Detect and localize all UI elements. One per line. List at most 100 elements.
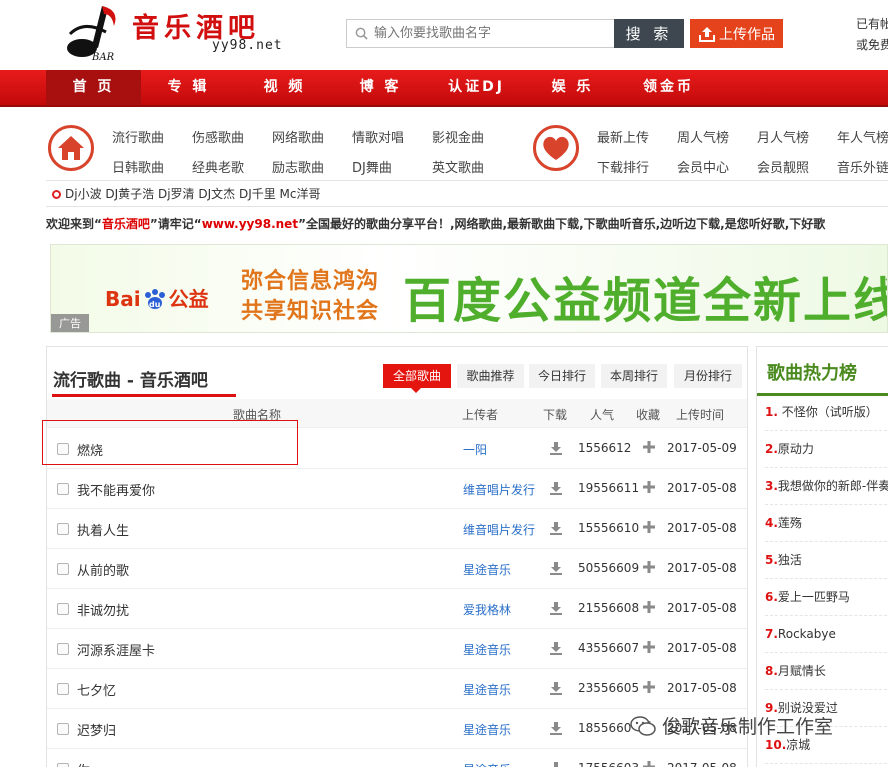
cat-film[interactable]: 影视金曲 <box>432 127 484 146</box>
search-button[interactable]: 搜 索 <box>614 19 684 48</box>
search-icon <box>355 27 368 40</box>
add-favorite-icon[interactable] <box>642 520 656 534</box>
uploader-link[interactable]: 维音唱片发行 <box>463 521 535 538</box>
nav-entertainment[interactable]: 娱 乐 <box>525 70 620 105</box>
uploader-link[interactable]: 星途音乐 <box>463 721 511 738</box>
tab-month-rank[interactable]: 月份排行 <box>674 364 742 388</box>
uploader-link[interactable]: 维音唱片发行 <box>463 481 535 498</box>
add-favorite-icon[interactable] <box>642 440 656 454</box>
member-photos[interactable]: 会员靓照 <box>757 157 809 176</box>
upload-date: 2017-05-08 <box>667 601 737 615</box>
nav-home[interactable]: 首 页 <box>46 70 141 105</box>
song-name-link[interactable]: 执着人生 <box>77 520 129 539</box>
song-name-link[interactable]: 七夕忆 <box>77 680 116 699</box>
rank-week[interactable]: 周人气榜 <box>677 127 729 146</box>
add-favorite-icon[interactable] <box>642 760 656 767</box>
music-external-link[interactable]: 音乐外链 <box>837 157 888 176</box>
search-input[interactable] <box>374 20 610 47</box>
tab-today-rank[interactable]: 今日排行 <box>529 364 595 388</box>
login-hint[interactable]: 已有帐 或免费 <box>856 14 888 56</box>
hot-chart-item[interactable]: 6.爱上一匹野马 <box>765 579 888 616</box>
song-name-link[interactable]: 迟梦归 <box>77 720 116 739</box>
upload-date: 2017-05-08 <box>667 761 737 767</box>
tab-week-rank[interactable]: 本周排行 <box>601 364 667 388</box>
row-checkbox[interactable] <box>57 683 69 695</box>
baidu-logo: Bai du 公益 <box>105 287 209 311</box>
wechat-icon <box>630 715 656 736</box>
nav-certified-dj[interactable]: 认证DJ <box>429 70 524 105</box>
nav-album[interactable]: 专 辑 <box>141 70 236 105</box>
download-icon[interactable] <box>549 761 563 767</box>
table-row: 非诚勿扰 爱我格林 21556608 2017-05-08 <box>47 589 747 629</box>
add-favorite-icon[interactable] <box>642 680 656 694</box>
cat-sad[interactable]: 伤感歌曲 <box>192 127 244 146</box>
rank-download[interactable]: 下载排行 <box>597 157 649 176</box>
song-name-link[interactable]: 我不能再爱你 <box>77 480 155 499</box>
nav-blog[interactable]: 博 客 <box>333 70 428 105</box>
cat-dj[interactable]: DJ舞曲 <box>352 157 392 176</box>
hot-chart-item[interactable]: 7.Rockabye <box>765 616 888 653</box>
uploader-link[interactable]: 星途音乐 <box>463 561 511 578</box>
nav-earn-coins[interactable]: 领金币 <box>621 70 716 105</box>
col-download: 下载 <box>543 408 568 422</box>
download-icon[interactable] <box>549 721 563 735</box>
song-name-link[interactable]: 非诚勿扰 <box>77 600 129 619</box>
upload-button[interactable]: 上传作品 <box>690 19 783 48</box>
song-name-link[interactable]: 河源系涯屋卡 <box>77 640 155 659</box>
nav-video[interactable]: 视 频 <box>237 70 332 105</box>
add-favorite-icon[interactable] <box>642 560 656 574</box>
add-favorite-icon[interactable] <box>642 640 656 654</box>
site-logo[interactable]: BAR 音乐酒吧 yy98.net <box>62 0 292 64</box>
hot-chart-item[interactable]: 2.原动力 <box>765 431 888 468</box>
cat-pop[interactable]: 流行歌曲 <box>112 127 164 146</box>
table-row: 执着人生 维音唱片发行 15556610 2017-05-08 <box>47 509 747 549</box>
tab-recommended[interactable]: 歌曲推荐 <box>457 364 524 388</box>
col-popularity: 人气 <box>590 408 615 422</box>
hot-dj-list[interactable]: Dj小波 DJ黄子浩 Dj罗清 DJ文杰 DJ千里 Mc洋哥 <box>65 187 321 201</box>
download-icon[interactable] <box>549 481 563 495</box>
uploader-link[interactable]: 星途音乐 <box>463 681 511 698</box>
song-name-link[interactable]: 你 <box>77 760 90 767</box>
row-checkbox[interactable] <box>57 603 69 615</box>
add-favorite-icon[interactable] <box>642 480 656 494</box>
panel-title: 流行歌曲 - 音乐酒吧 <box>53 371 208 391</box>
ad-banner[interactable]: Bai du 公益 弥合信息鸿沟 共享知识社会 百度公益频道全新上线 广告 <box>50 244 888 333</box>
cat-internet[interactable]: 网络歌曲 <box>272 127 324 146</box>
cat-classic[interactable]: 经典老歌 <box>192 157 244 176</box>
hot-chart-item[interactable]: 4.莲殇 <box>765 505 888 542</box>
download-icon[interactable] <box>549 521 563 535</box>
rank-month[interactable]: 月人气榜 <box>757 127 809 146</box>
cat-jpkr[interactable]: 日韩歌曲 <box>112 157 164 176</box>
member-center[interactable]: 会员中心 <box>677 157 729 176</box>
tab-all-songs[interactable]: 全部歌曲 <box>383 364 451 393</box>
uploader-link[interactable]: 爱我格林 <box>463 601 511 618</box>
cat-duet[interactable]: 情歌对唱 <box>352 127 404 146</box>
uploader-link[interactable]: 星途音乐 <box>463 761 511 767</box>
download-icon[interactable] <box>549 601 563 615</box>
cat-english[interactable]: 英文歌曲 <box>432 157 484 176</box>
row-checkbox[interactable] <box>57 523 69 535</box>
row-checkbox[interactable] <box>57 483 69 495</box>
uploader-link[interactable]: 星途音乐 <box>463 641 511 658</box>
hot-chart-item[interactable]: 1. 不怪你（试听版） <box>765 394 888 431</box>
hot-chart-item[interactable]: 5.独活 <box>765 542 888 579</box>
row-checkbox[interactable] <box>57 643 69 655</box>
hot-chart-item[interactable]: 8.月赋情长 <box>765 653 888 690</box>
download-icon[interactable] <box>549 561 563 575</box>
download-icon[interactable] <box>549 681 563 695</box>
row-checkbox[interactable] <box>57 563 69 575</box>
song-name-link[interactable]: 从前的歌 <box>77 560 129 579</box>
download-icon[interactable] <box>549 641 563 655</box>
download-icon[interactable] <box>549 441 563 455</box>
add-favorite-icon[interactable] <box>642 600 656 614</box>
home-category-badge <box>48 125 94 171</box>
popularity-count: 43556607 <box>578 641 640 655</box>
row-checkbox[interactable] <box>57 763 69 767</box>
cat-inspire[interactable]: 励志歌曲 <box>272 157 324 176</box>
row-checkbox[interactable] <box>57 723 69 735</box>
rank-year[interactable]: 年人气榜 <box>837 127 888 146</box>
panel-title-underline <box>52 394 236 397</box>
rank-latest[interactable]: 最新上传 <box>597 127 649 146</box>
uploader-link[interactable]: 一阳 <box>463 441 487 458</box>
hot-chart-item[interactable]: 3.我想做你的新郎-伴奏 <box>765 468 888 505</box>
